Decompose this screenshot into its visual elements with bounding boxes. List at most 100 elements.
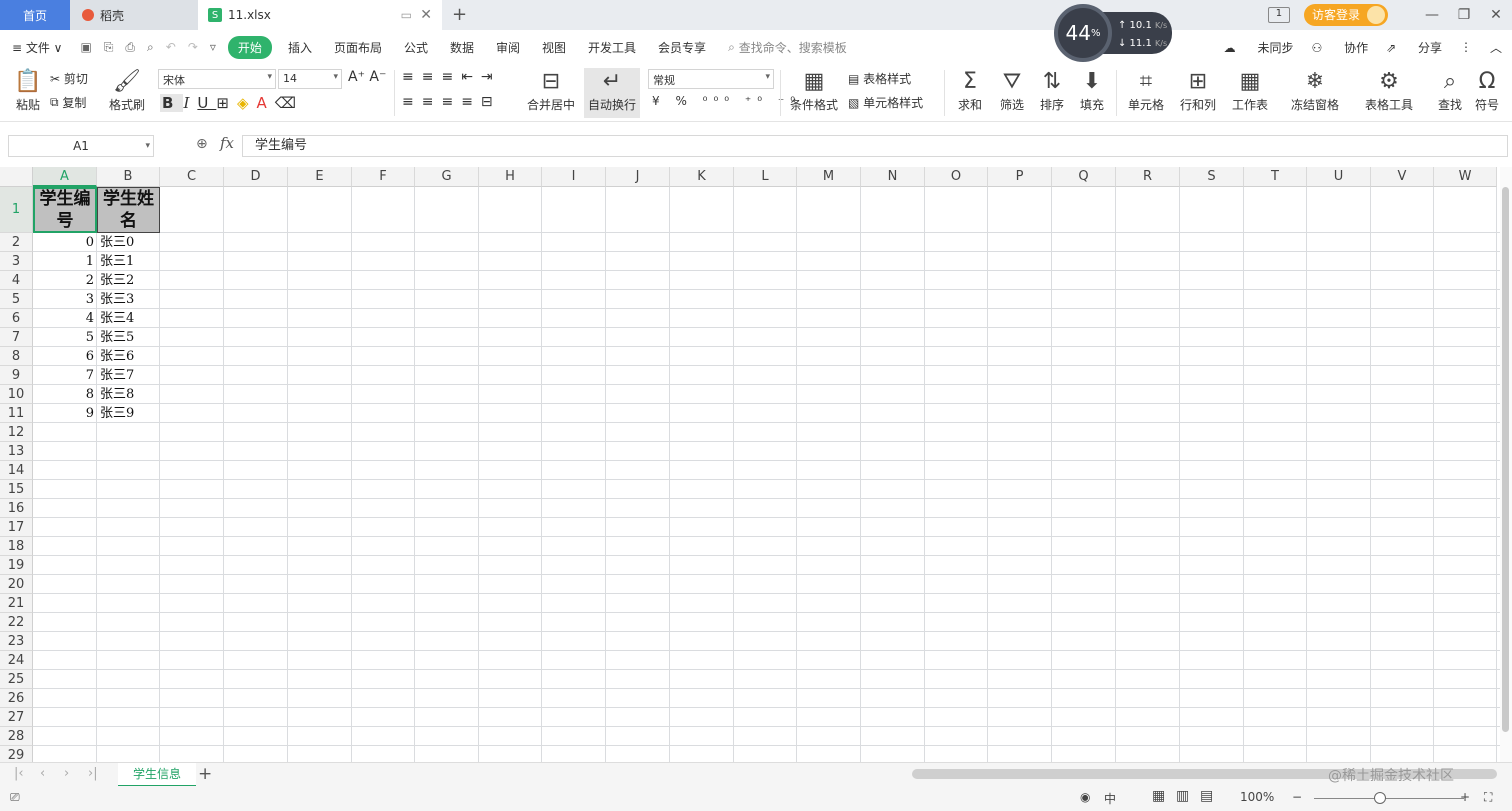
sync-button[interactable]: ☁ 未同步 bbox=[1224, 39, 1294, 56]
worksheet-button[interactable]: ▦ 工作表 bbox=[1228, 68, 1272, 113]
cut-button[interactable]: ✂ 剪切 bbox=[50, 70, 88, 87]
cell-b4[interactable]: 张三2 bbox=[100, 271, 160, 290]
close-window-icon[interactable]: ✕ bbox=[1480, 7, 1512, 23]
cell-b3[interactable]: 张三1 bbox=[100, 252, 160, 271]
find-button[interactable]: ⌕ 查找 bbox=[1432, 68, 1468, 113]
cell-a2[interactable]: 0 bbox=[33, 233, 97, 252]
cell-b9[interactable]: 张三7 bbox=[100, 366, 160, 385]
row-header-6[interactable]: 6 bbox=[0, 309, 33, 328]
row-header-26[interactable]: 26 bbox=[0, 689, 33, 708]
border-icon[interactable]: ⊞ bbox=[216, 94, 237, 112]
name-box[interactable]: A1 bbox=[8, 135, 154, 157]
cell-b10[interactable]: 张三8 bbox=[100, 385, 160, 404]
row-header-12[interactable]: 12 bbox=[0, 423, 33, 442]
row-header-7[interactable]: 7 bbox=[0, 328, 33, 347]
column-header-m[interactable]: M bbox=[797, 167, 861, 187]
window-count-badge[interactable]: 1 bbox=[1267, 7, 1290, 23]
column-header-l[interactable]: L bbox=[734, 167, 797, 187]
cell-a4[interactable]: 2 bbox=[33, 271, 97, 290]
symbol-button[interactable]: Ω 符号 bbox=[1472, 68, 1502, 113]
horizontal-align-group[interactable]: ≡≡≡≡⊟ bbox=[402, 94, 501, 110]
row-header-16[interactable]: 16 bbox=[0, 499, 33, 518]
zoom-slider-knob[interactable] bbox=[1374, 792, 1386, 804]
menu-data[interactable]: 数据 bbox=[450, 39, 474, 56]
cell-a8[interactable]: 6 bbox=[33, 347, 97, 366]
tab-daoke[interactable]: 稻壳 bbox=[70, 0, 198, 30]
menu-start[interactable]: 开始 bbox=[227, 35, 272, 59]
row-header-13[interactable]: 13 bbox=[0, 442, 33, 461]
cell-a9[interactable]: 7 bbox=[33, 366, 97, 385]
zoom-icon[interactable]: ⊕ bbox=[196, 136, 208, 152]
cell-a10[interactable]: 8 bbox=[33, 385, 97, 404]
column-header-j[interactable]: J bbox=[606, 167, 670, 187]
column-header-b[interactable]: B bbox=[97, 167, 160, 187]
cell-b2[interactable]: 张三0 bbox=[100, 233, 160, 252]
column-header-i[interactable]: I bbox=[542, 167, 606, 187]
fullscreen-icon[interactable]: ⛶ bbox=[1484, 790, 1492, 805]
column-header-g[interactable]: G bbox=[415, 167, 479, 187]
spreadsheet-grid[interactable]: A B C D E F G H I J K L M N O P Q R S T U V W 1 2 3 4 5 6 7 8 9 10 11 12 13… bbox=[0, 167, 1500, 762]
macro-record-icon[interactable]: ⎚ bbox=[10, 790, 20, 805]
share-button[interactable]: ⇗ 分享 bbox=[1386, 39, 1442, 56]
fill-button[interactable]: ⬇ 填充 bbox=[1074, 68, 1110, 113]
cell-a3[interactable]: 1 bbox=[33, 252, 97, 271]
row-header-20[interactable]: 20 bbox=[0, 575, 33, 594]
column-header-p[interactable]: P bbox=[988, 167, 1052, 187]
column-header-n[interactable]: N bbox=[861, 167, 925, 187]
row-header-1[interactable]: 1 bbox=[0, 187, 33, 233]
fill-color-icon[interactable]: ◈ bbox=[237, 94, 257, 112]
row-header-14[interactable]: 14 bbox=[0, 461, 33, 480]
zoom-slider[interactable] bbox=[1314, 798, 1464, 799]
column-header-e[interactable]: E bbox=[288, 167, 352, 187]
grow-font-icon[interactable]: A⁺ A⁻ bbox=[348, 69, 386, 85]
row-header-15[interactable]: 15 bbox=[0, 480, 33, 499]
format-painter-button[interactable]: 🖌 格式刷 bbox=[106, 68, 148, 113]
row-header-23[interactable]: 23 bbox=[0, 632, 33, 651]
column-header-f[interactable]: F bbox=[352, 167, 415, 187]
menu-formula[interactable]: 公式 bbox=[404, 39, 428, 56]
page-layout-view-icon[interactable]: ▤ bbox=[1200, 788, 1213, 804]
add-sheet-button[interactable]: + bbox=[198, 764, 212, 784]
cell-b6[interactable]: 张三4 bbox=[100, 309, 160, 328]
font-color-icon[interactable]: A bbox=[256, 94, 274, 112]
italic-icon[interactable]: I bbox=[183, 94, 197, 112]
row-header-3[interactable]: 3 bbox=[0, 252, 33, 271]
export-icon[interactable]: ⎘ bbox=[104, 40, 114, 55]
row-header-29[interactable]: 29 bbox=[0, 746, 33, 762]
column-header-c[interactable]: C bbox=[160, 167, 224, 187]
save-icon[interactable]: ▣ bbox=[80, 40, 91, 54]
menu-member[interactable]: 会员专享 bbox=[658, 39, 706, 56]
menu-page-layout[interactable]: 页面布局 bbox=[334, 39, 382, 56]
row-header-24[interactable]: 24 bbox=[0, 651, 33, 670]
column-header-v[interactable]: V bbox=[1371, 167, 1434, 187]
eye-protection-icon[interactable]: ◉ bbox=[1080, 790, 1090, 804]
clear-format-icon[interactable]: ⌫ bbox=[275, 94, 304, 112]
cell-a6[interactable]: 4 bbox=[33, 309, 97, 328]
column-header-r[interactable]: R bbox=[1116, 167, 1180, 187]
copy-button[interactable]: ⧉ 复制 bbox=[50, 94, 86, 111]
menu-review[interactable]: 审阅 bbox=[496, 39, 520, 56]
sheet-tab-active[interactable]: 学生信息 bbox=[118, 763, 196, 787]
vertical-scroll-thumb[interactable] bbox=[1502, 187, 1509, 732]
cell-style-button[interactable]: ▧ 单元格样式 bbox=[848, 94, 923, 111]
cell-b1[interactable]: 学生姓名 bbox=[97, 187, 160, 233]
cell-b11[interactable]: 张三9 bbox=[100, 404, 160, 423]
row-header-21[interactable]: 21 bbox=[0, 594, 33, 613]
row-header-2[interactable]: 2 bbox=[0, 233, 33, 252]
sort-button[interactable]: ⇅ 排序 bbox=[1034, 68, 1070, 113]
underline-icon[interactable]: U bbox=[197, 94, 216, 112]
column-header-q[interactable]: Q bbox=[1052, 167, 1116, 187]
cell-a11[interactable]: 9 bbox=[33, 404, 97, 423]
row-header-17[interactable]: 17 bbox=[0, 518, 33, 537]
conditional-format-button[interactable]: ▦ 条件格式 bbox=[786, 68, 842, 113]
vertical-align-group[interactable]: ≡≡≡⇤⇥ bbox=[402, 69, 501, 85]
column-header-t[interactable]: T bbox=[1244, 167, 1307, 187]
row-header-28[interactable]: 28 bbox=[0, 727, 33, 746]
row-header-10[interactable]: 10 bbox=[0, 385, 33, 404]
undo-icon[interactable]: ↶ bbox=[166, 40, 176, 54]
new-tab-button[interactable]: + bbox=[452, 4, 467, 25]
row-header-9[interactable]: 9 bbox=[0, 366, 33, 385]
merge-center-button[interactable]: ⊟ 合并居中 bbox=[522, 68, 580, 113]
normal-view-icon[interactable]: ▦ bbox=[1152, 788, 1165, 804]
row-header-27[interactable]: 27 bbox=[0, 708, 33, 727]
